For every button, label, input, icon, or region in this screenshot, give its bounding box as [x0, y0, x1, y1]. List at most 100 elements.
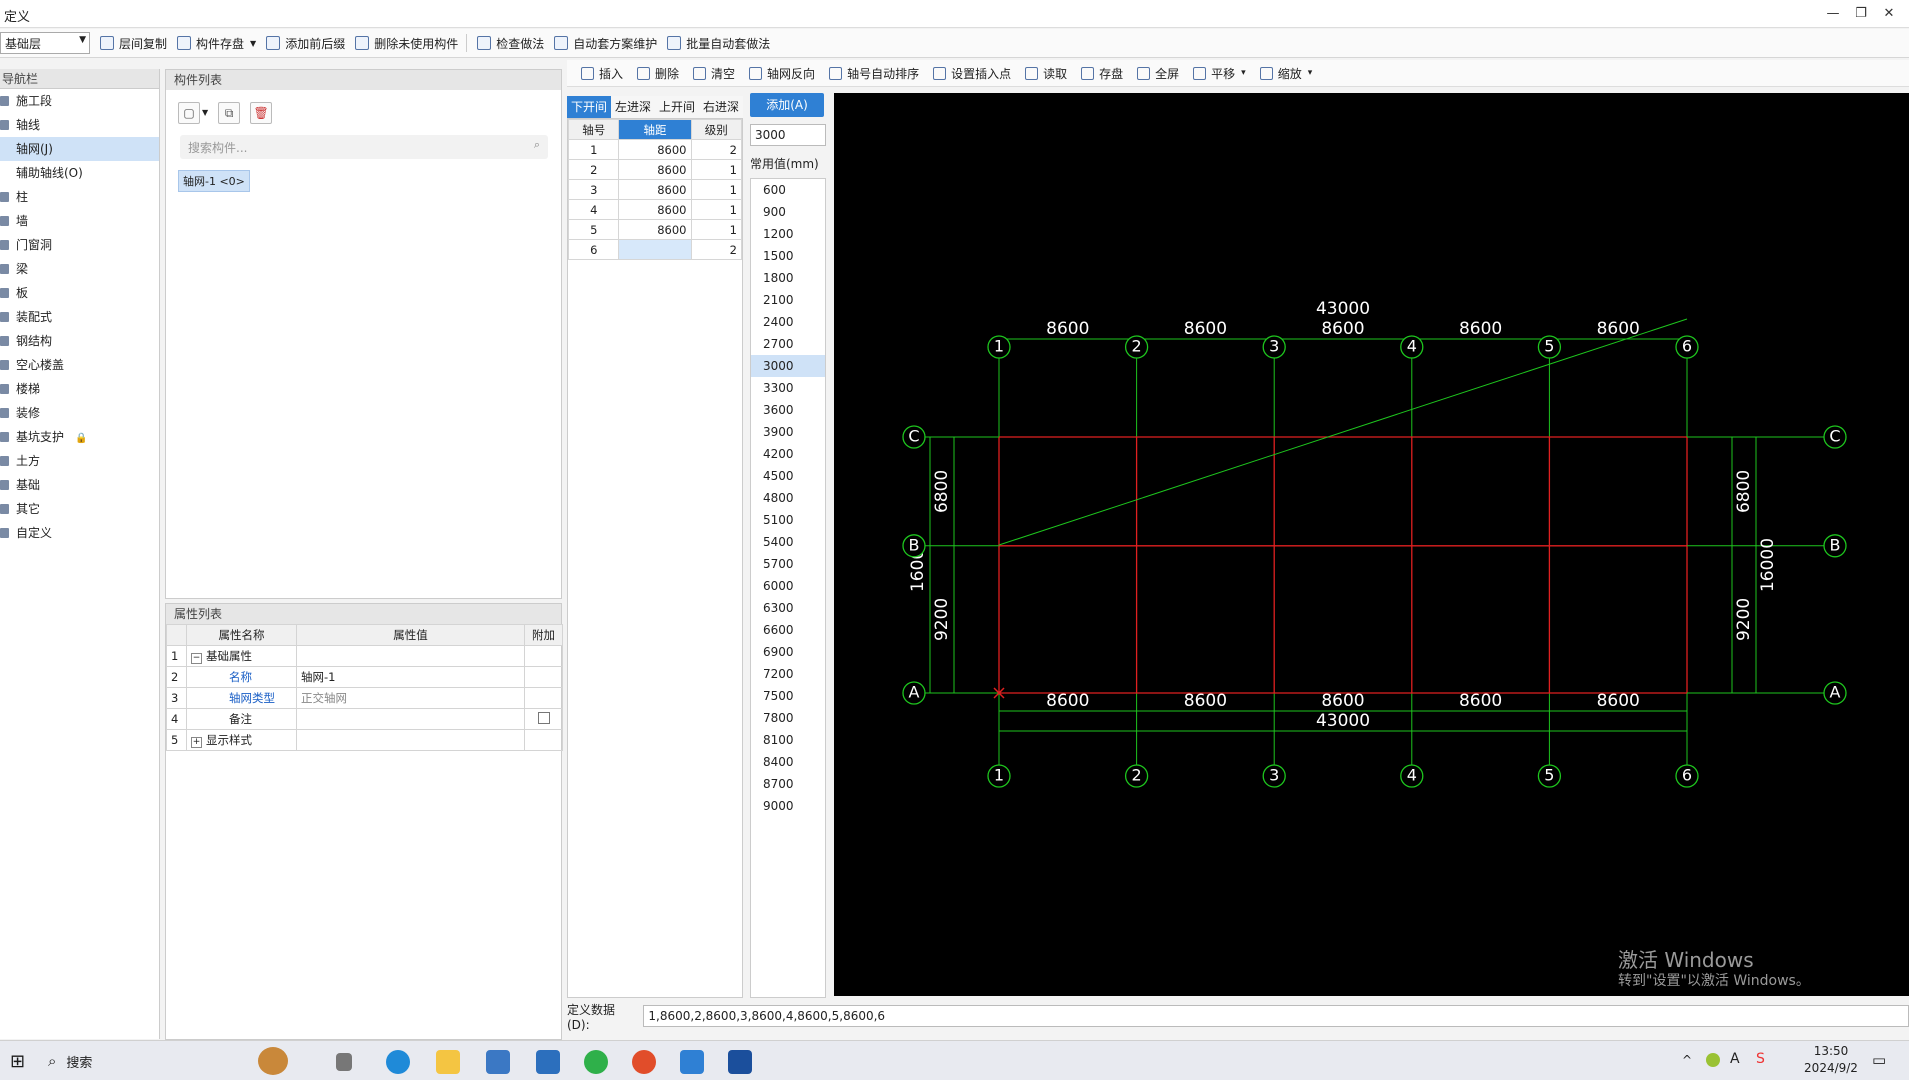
property-row[interactable]: 5 + 显示样式 [166, 729, 563, 751]
ime-icon[interactable]: A [1730, 1051, 1740, 1067]
reverse-button[interactable]: 轴网反向 [749, 65, 815, 82]
nav-item[interactable]: 楼梯 [0, 377, 159, 401]
cad-icon[interactable] [728, 1050, 752, 1074]
axis-no[interactable]: 6 [567, 239, 620, 260]
nav-item[interactable]: 墙 [0, 209, 159, 233]
common-value-item[interactable]: 6900 [751, 641, 825, 663]
common-value-item[interactable]: 8400 [751, 751, 825, 773]
axis-distance[interactable]: 8600 [618, 159, 692, 180]
nav-item[interactable]: 空心楼盖 [0, 353, 159, 377]
common-value-item[interactable]: 3600 [751, 399, 825, 421]
fullscreen-button[interactable]: 全屏 [1137, 65, 1179, 82]
property-row[interactable]: 4 备注 [166, 708, 563, 730]
common-value-item[interactable]: 2700 [751, 333, 825, 355]
common-value-item[interactable]: 8100 [751, 729, 825, 751]
property-row[interactable]: 1− 基础属性 [166, 645, 563, 667]
common-value-item[interactable]: 5100 [751, 509, 825, 531]
property-extra[interactable] [524, 708, 563, 730]
read-button[interactable]: 读取 [1025, 65, 1067, 82]
property-value[interactable]: 轴网-1 [296, 666, 525, 688]
value-input[interactable]: 3000 [750, 124, 826, 146]
clear-button[interactable]: 清空 [693, 65, 735, 82]
property-value[interactable]: 正交轴网 [296, 687, 525, 709]
nav-item[interactable]: 梁 [0, 257, 159, 281]
expander-icon[interactable]: + [191, 737, 202, 748]
property-row[interactable]: 2 名称 轴网-1 [166, 666, 563, 688]
component-search-input[interactable]: 搜索构件... ⌕ [180, 135, 548, 159]
axis-tab[interactable]: 上开间 [655, 96, 699, 118]
common-value-item[interactable]: 4200 [751, 443, 825, 465]
axis-row[interactable]: 4 8600 1 [567, 199, 743, 220]
common-value-item[interactable]: 7500 [751, 685, 825, 707]
define-data-input[interactable]: 1,8600,2,8600,3,8600,4,8600,5,8600,6 [643, 1005, 1909, 1027]
axis-row[interactable]: 1 8600 2 [567, 139, 743, 160]
axis-distance[interactable]: 8600 [618, 139, 692, 160]
common-value-item[interactable]: 5400 [751, 531, 825, 553]
common-value-item[interactable]: 900 [751, 201, 825, 223]
common-value-item[interactable]: 3900 [751, 421, 825, 443]
axis-tab[interactable]: 下开间 [567, 96, 611, 118]
clock-date[interactable]: 2024/9/2 [1796, 1061, 1866, 1075]
copy-component-button[interactable]: ⧉ [218, 102, 241, 124]
common-value-item[interactable]: 7800 [751, 707, 825, 729]
common-value-item[interactable]: 600 [751, 179, 825, 201]
delete-unused-button[interactable]: 删除未使用构件 [355, 35, 458, 52]
common-value-item[interactable]: 4800 [751, 487, 825, 509]
store-icon[interactable] [486, 1050, 510, 1074]
axis-no[interactable]: 4 [567, 199, 620, 220]
axis-tab[interactable]: 右进深 [699, 96, 743, 118]
nav-item[interactable]: 轴网(J) [0, 137, 159, 161]
axis-level[interactable]: 2 [690, 139, 743, 160]
axis-no[interactable]: 1 [567, 139, 620, 160]
property-value[interactable] [296, 729, 525, 751]
axis-row[interactable]: 62 [567, 239, 743, 260]
batch-auto-button[interactable]: 批量自动套做法 [667, 35, 770, 52]
check-method-button[interactable]: 检查做法 [477, 35, 544, 52]
grid-canvas[interactable]: 8600 8600 8600 8600 8600 8600 8600 8600 8600 8600… [834, 93, 1909, 996]
nav-item[interactable]: 柱 [0, 185, 159, 209]
common-value-item[interactable]: 7200 [751, 663, 825, 685]
common-value-item[interactable]: 6300 [751, 597, 825, 619]
common-value-item[interactable]: 6000 [751, 575, 825, 597]
axis-tab[interactable]: 左进深 [611, 96, 655, 118]
nav-item[interactable]: 装配式 [0, 305, 159, 329]
chrome-icon[interactable] [632, 1050, 656, 1074]
common-value-item[interactable]: 3000 [751, 355, 825, 377]
common-value-item[interactable]: 1200 [751, 223, 825, 245]
common-value-item[interactable]: 5700 [751, 553, 825, 575]
browser-icon[interactable] [584, 1050, 608, 1074]
edge-icon[interactable] [386, 1050, 410, 1074]
axis-distance[interactable] [618, 239, 692, 260]
axis-row[interactable]: 5 8600 1 [567, 219, 743, 240]
task-view-icon[interactable] [336, 1053, 352, 1071]
nav-item[interactable]: 板 [0, 281, 159, 305]
axis-no[interactable]: 2 [567, 159, 620, 180]
common-value-item[interactable]: 8700 [751, 773, 825, 795]
common-value-item[interactable]: 2100 [751, 289, 825, 311]
clock-time[interactable]: 13:50 [1804, 1044, 1858, 1058]
app-icon[interactable] [680, 1050, 704, 1074]
pan-button[interactable]: 平移 ▾ [1193, 65, 1246, 82]
property-row[interactable]: 3 轴网类型 正交轴网 [166, 687, 563, 709]
property-value[interactable] [296, 645, 525, 667]
sogou-icon[interactable]: S [1756, 1051, 1765, 1067]
nav-item[interactable]: 基础 [0, 473, 159, 497]
nav-item[interactable]: 施工段 [0, 89, 159, 113]
nav-item[interactable]: 钢结构 [0, 329, 159, 353]
nav-item[interactable]: 轴线 [0, 113, 159, 137]
insert-button[interactable]: 插入 [581, 65, 623, 82]
copy-floor-button[interactable]: 层间复制 [100, 35, 167, 52]
mail-icon[interactable] [536, 1050, 560, 1074]
auto-scheme-button[interactable]: 自动套方案维护 [554, 35, 657, 52]
add-button[interactable]: 添加(A) [750, 93, 824, 117]
delete-component-button[interactable]: 🗑 [250, 102, 273, 124]
axis-no[interactable]: 5 [567, 219, 620, 240]
common-value-item[interactable]: 9000 [751, 795, 825, 817]
common-value-item[interactable]: 1800 [751, 267, 825, 289]
common-value-item[interactable]: 6600 [751, 619, 825, 641]
axis-level[interactable]: 1 [690, 179, 743, 200]
nav-item[interactable]: 其它 [0, 497, 159, 521]
extra-checkbox[interactable] [537, 711, 550, 724]
add-prefix-button[interactable]: 添加前后缀 [266, 35, 345, 52]
save-component-button[interactable]: 构件存盘 ▼ [177, 35, 256, 52]
